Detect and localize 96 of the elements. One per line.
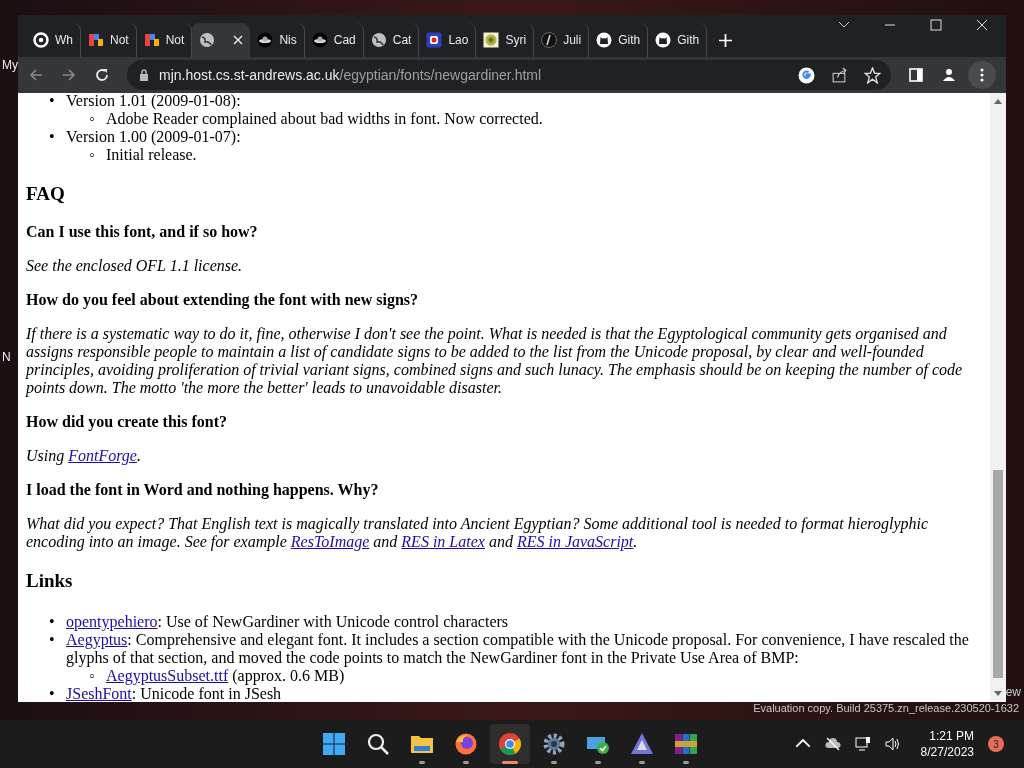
tab-title: Not [165,33,185,47]
clock-time: 1:21 PM [929,728,974,744]
blocks-icon [88,32,104,48]
saucer-icon [311,32,328,48]
answer-paragraph: See the enclosed OFL 1.1 license. [26,257,244,275]
share-icon[interactable] [831,66,848,84]
tab-title: Not [110,33,129,47]
clock[interactable]: 1:21 PM 8/27/2023 [920,728,974,760]
globe-icon [370,32,387,48]
lock-icon [139,69,149,81]
text-link[interactable]: JSeshFont [66,685,132,702]
tab-title: Juli [563,33,582,47]
bullet: ◦ [89,667,95,685]
section-heading: Links [26,570,74,592]
scrollbar-thumb[interactable] [993,470,1003,678]
text-link[interactable]: RES in Latex [401,533,485,550]
question-heading: How did you create this font? [26,413,229,431]
close-icon[interactable] [233,35,244,45]
scrollbar[interactable] [990,93,1006,702]
close-icon[interactable] [976,19,988,31]
network-icon[interactable] [854,736,871,752]
taskbar-button[interactable] [490,724,530,764]
list-item-text: Version 1.00 (2009-01-07): [66,128,241,145]
desktop-icon-label: N [2,350,11,364]
text-link[interactable]: ResToImage [290,533,370,550]
link-description: opentypehiero: Use of NewGardiner with Unicode control characters [66,613,509,630]
bullet: • [49,685,55,702]
bullet: • [49,93,55,110]
text-link[interactable]: Aegyptus [66,631,128,648]
text-link[interactable]: opentypehiero [66,613,158,630]
bullet: ◦ [89,146,95,164]
list-item-text: Initial release. [106,146,197,163]
side-panel-icon[interactable] [908,67,924,83]
answer-paragraph: Using FontForge. [26,447,142,465]
square-logo-icon [426,32,443,48]
link-description: JSeshFont: Unicode font in JSesh [66,685,282,702]
gear-icon [542,732,566,756]
bullet: • [49,613,55,631]
speaker-icon[interactable] [884,736,901,752]
section-heading: FAQ [26,183,66,205]
evaluation-watermark: Evaluation copy. Build 25375.zn_release.230520-1632 [753,702,1019,714]
question-heading: How do you feel about extending the font with new signs? [26,291,420,309]
bullet: ◦ [89,110,95,128]
maximize-icon[interactable] [930,19,942,31]
question-heading: I load the font in Word and nothing happens. Why? [26,481,380,499]
tab-title: Nis [279,33,297,47]
question-heading: Can I use this font, and if so how? [26,223,259,241]
saucer-icon [257,32,274,48]
desktop-icon-label: ew [1005,685,1021,699]
forward-arrow-icon[interactable] [61,67,77,83]
back-arrow-icon[interactable] [28,67,44,83]
text-link[interactable]: AegyptusSubset.ttf [106,667,229,684]
cloud-off-icon[interactable] [824,736,841,752]
answer-paragraph: If there is a systematic way to do it, fine, otherwise I don't see the point. What is needed is that the Egyptological community gets organised and assigns responsible people to maintain a list of candidate signs to be added to the list from the Unicode proposal, by clear and well-founded principles, avoiding proliferation of trivial variant signs, combined signs and such lunacy. The emphasis should be on keeping the number of code points down. The motto 'the more the better' leads to unavoidable disaster. [26,325,964,397]
tab-title: Syri [505,33,527,47]
link-description: AegyptusSubset.ttf (approx. 0.6 MB) [106,667,345,684]
tab-title: Cad [333,33,356,47]
answer-paragraph: What did you expect? That English text is magically translated into Ancient Egyptian? Some additional tool is needed to format hieroglyphic encoding into an image. See for example ResToImage and RES in Latex and RES in JavaScript. [26,515,930,551]
profile-icon[interactable] [941,67,957,83]
tab-title: Gith [677,33,700,47]
chrome-icon [498,732,522,756]
link-description: Aegyptus: Comprehensive and elegant font. It includes a section compatible with the Unicode proposal. For convenience, I have rescaled the glyphs of that section, and moved the code points to match the NewGardiner font in the Private Use Area of BMP: [66,631,969,666]
tab-title: Cat [392,33,412,47]
bullet: • [49,631,55,649]
tab-title: Gith [618,33,641,47]
clock-date: 8/27/2023 [920,744,974,760]
blocks-icon [143,32,160,48]
scroll-down-icon[interactable] [994,691,1002,697]
new-tab-icon[interactable] [719,33,733,47]
list-item-text: Adobe Reader complained about bad widths in font. Now corrected. [106,110,543,127]
menu-icon[interactable] [968,61,996,89]
search-icon [366,732,390,756]
globe-icon [199,32,216,48]
triangle-logo-icon [630,732,654,756]
emblem-icon [483,32,500,48]
disc-icon [541,32,558,48]
fox-globe-icon [454,732,478,756]
notification-badge[interactable]: 3 [988,736,1004,752]
tab-title: Wh [55,33,73,47]
list-item-text: Version 1.01 (2009-01-08): [66,93,241,109]
books-icon [674,732,698,756]
ring-icon [33,32,49,48]
windows-squares-icon [322,732,346,756]
star-icon[interactable] [864,66,881,84]
scroll-up-icon[interactable] [994,98,1002,104]
bullet: • [49,128,55,146]
tab-title: Lao [448,33,469,47]
browser-tab[interactable] [192,23,251,57]
cat-silhouette-icon [596,32,613,48]
reload-icon[interactable] [94,67,110,83]
cat-silhouette-icon [655,32,672,48]
address-bar[interactable]: mjn.host.cs.st-andrews.ac.uk/egyptian/fonts/newgardiner.html [127,60,891,90]
g-logo-icon[interactable] [798,66,815,84]
url-text: mjn.host.cs.st-andrews.ac.uk/egyptian/fonts/newgardiner.html [159,67,542,83]
desktop-icon-label: My [2,58,18,72]
text-link[interactable]: FontForge [68,447,137,464]
